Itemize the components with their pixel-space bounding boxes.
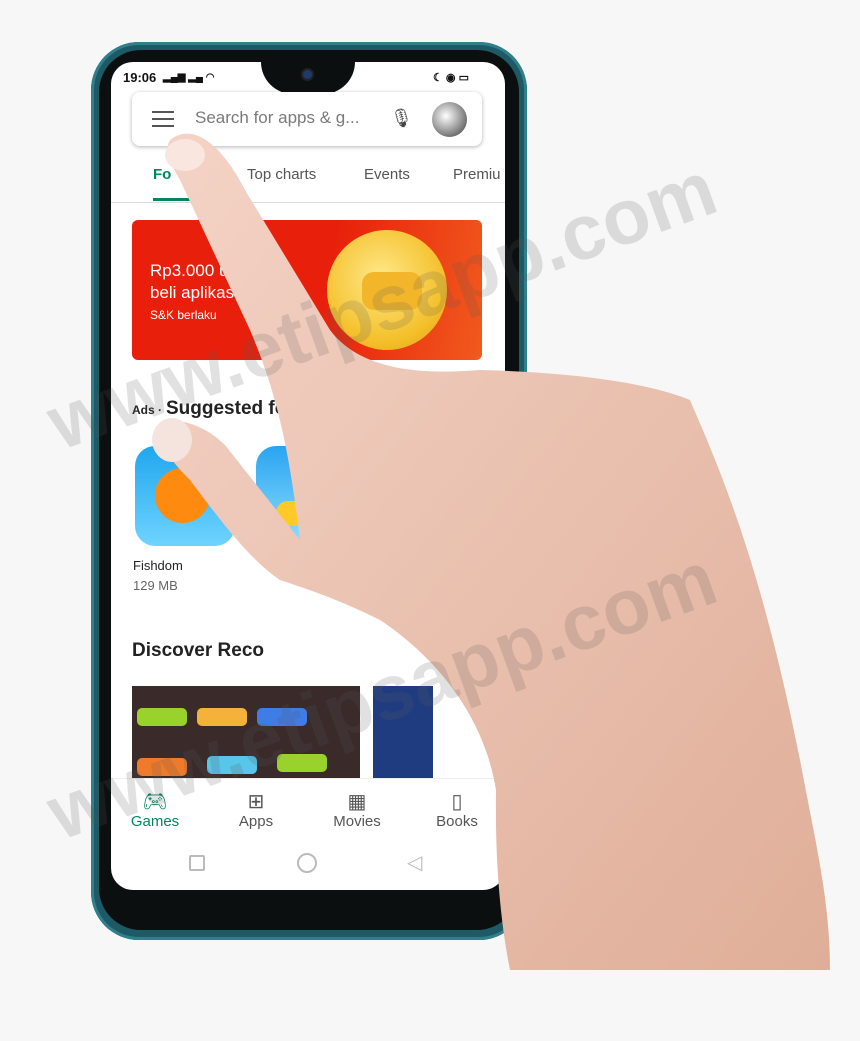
hand-image (152, 133, 830, 970)
fingernail (165, 139, 205, 171)
